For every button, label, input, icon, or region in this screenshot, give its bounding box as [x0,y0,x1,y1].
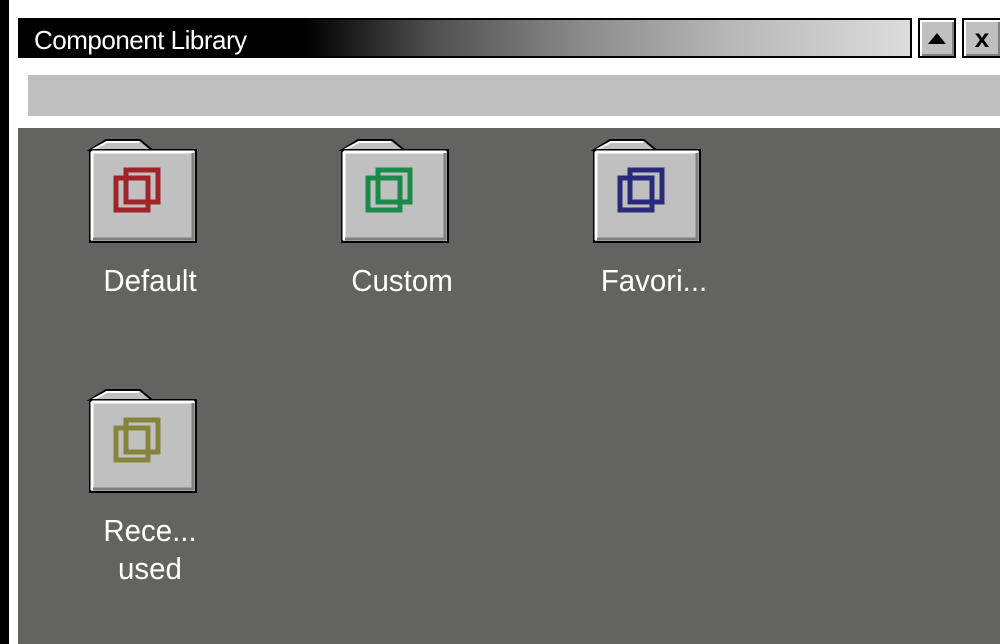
item-label: Default [103,263,197,298]
window-title: Component Library [34,25,247,55]
item-label-line2: used [118,551,182,586]
item-label: Rece... [103,513,197,548]
window-border-inner [9,0,18,644]
library-content-area: Default Custom Favori... Rece... used [18,128,1000,644]
item-label: Favori... [600,263,708,298]
minimize-button[interactable] [918,18,956,58]
folder-icon [590,139,701,243]
toolbar [28,75,1000,116]
folder-icon [86,389,197,493]
window-border [0,0,9,644]
title-bar[interactable]: Component Library [18,18,912,58]
close-icon: x [974,23,990,53]
component-library-window: Component Library x Default Custom Favor… [0,0,1000,644]
folder-icon [86,139,197,243]
item-label: Custom [351,263,453,298]
folder-icon [338,139,449,243]
close-button[interactable]: x [962,18,1000,58]
triangle-up-icon [928,32,946,44]
